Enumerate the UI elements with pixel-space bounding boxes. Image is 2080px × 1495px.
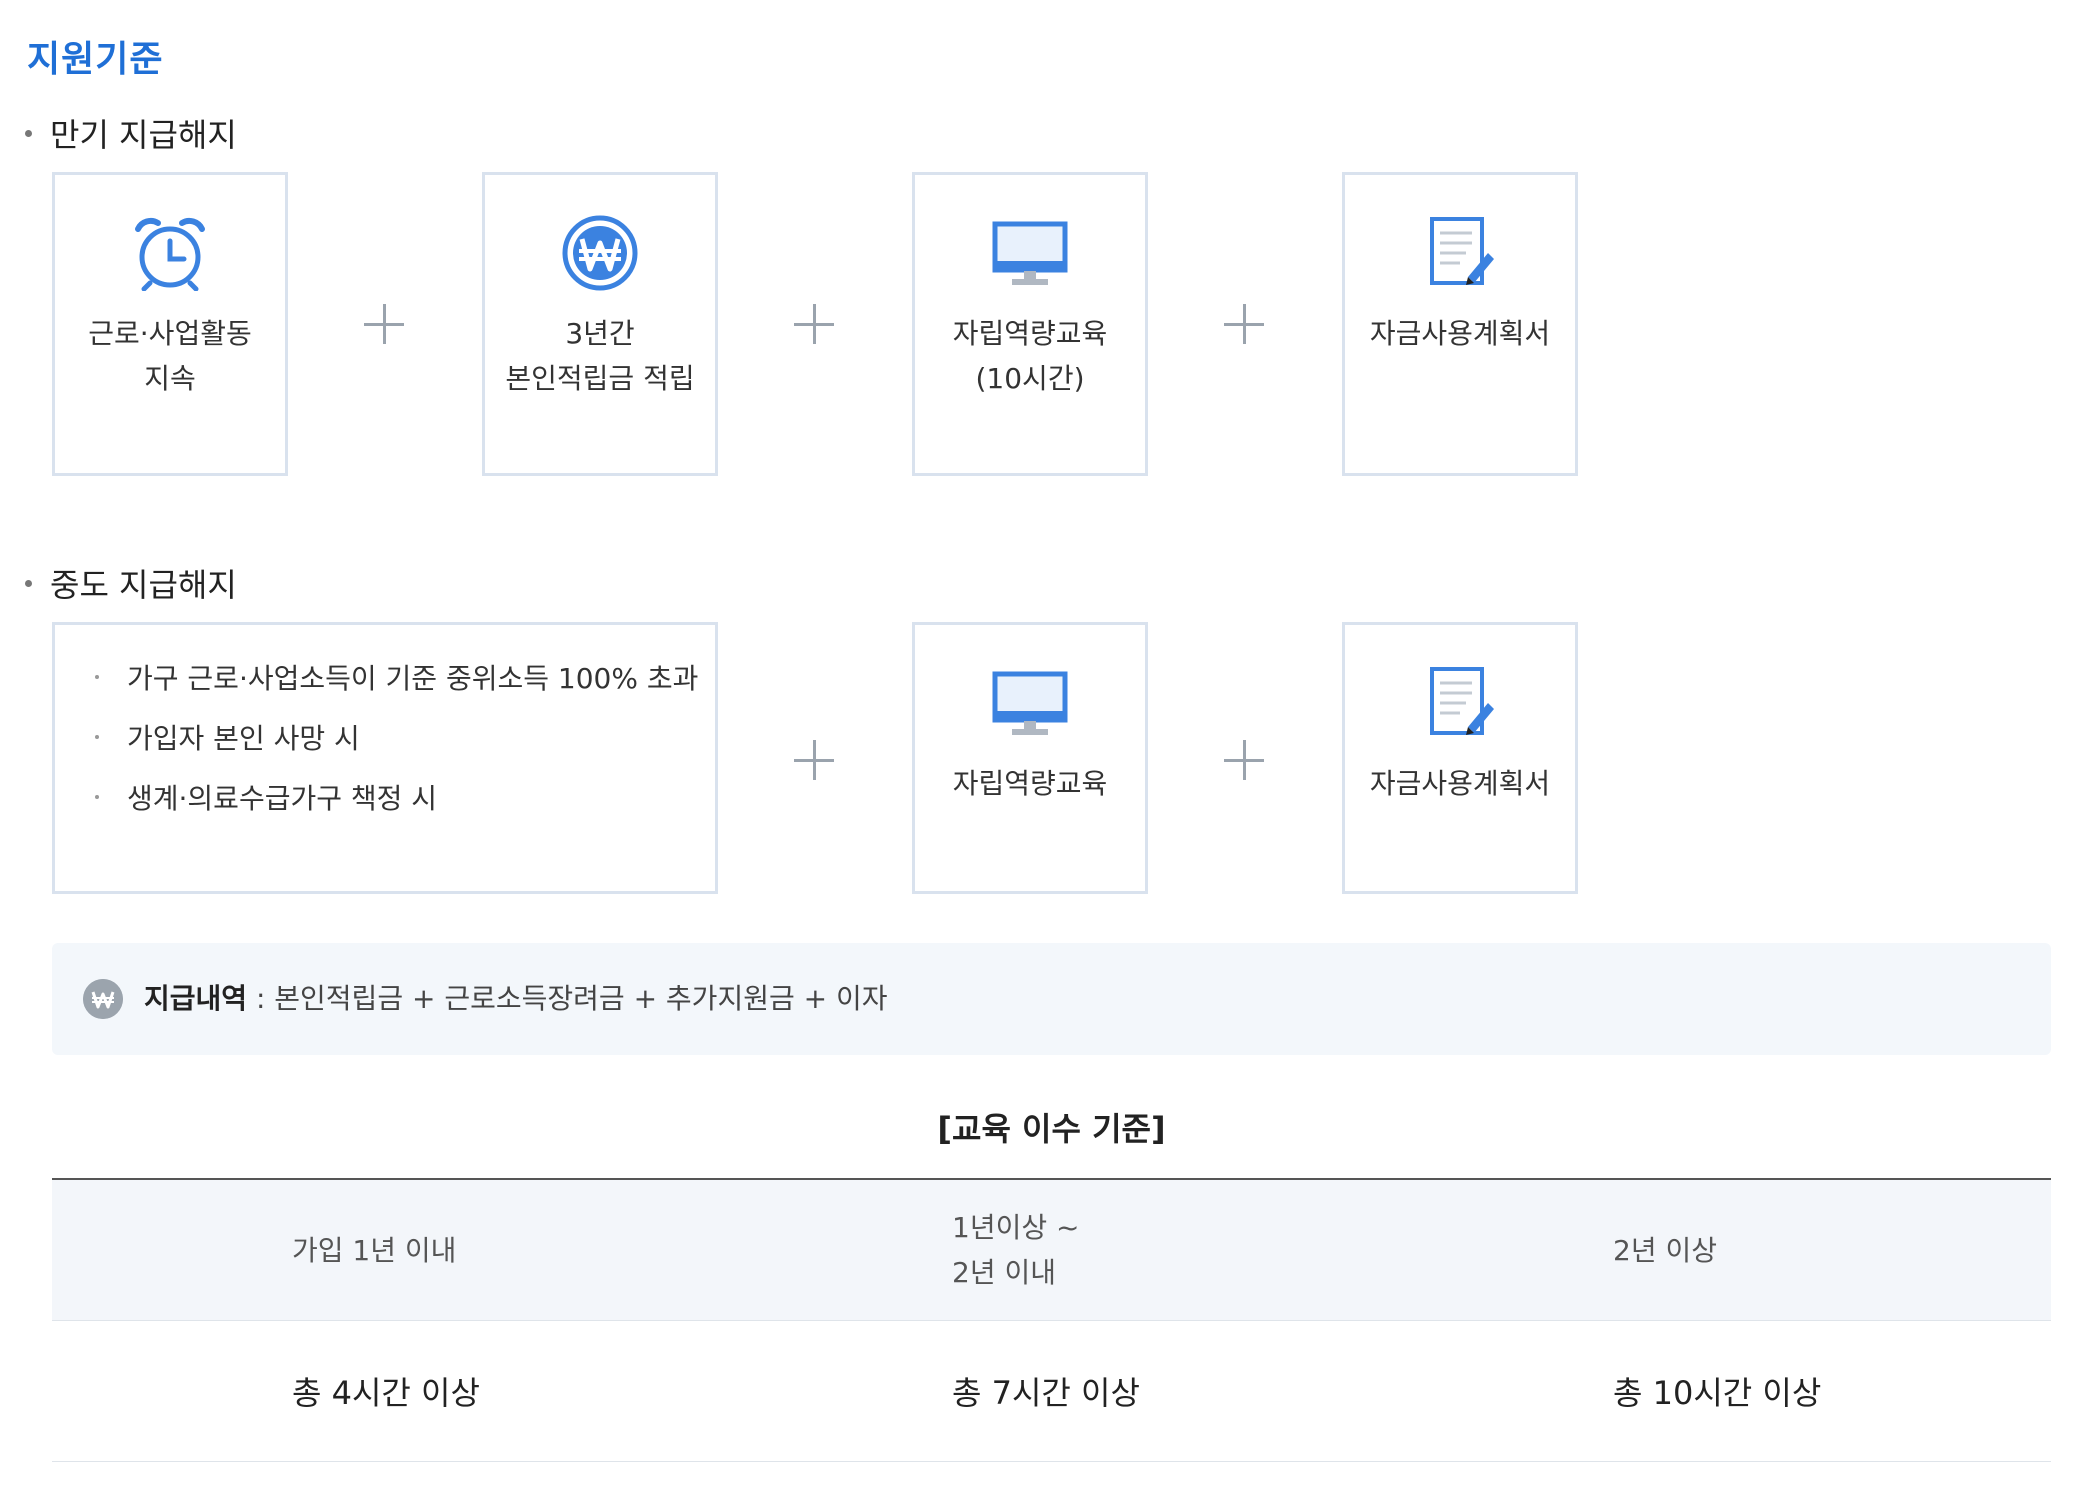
plus-icon <box>1224 740 1264 780</box>
value-cell: 총 10시간 이상 <box>1613 1374 1822 1412</box>
plus-icon <box>794 740 834 780</box>
monitor-icon <box>992 221 1068 285</box>
midterm-heading: 중도 지급해지 <box>25 560 237 606</box>
bullet-dot <box>25 129 32 137</box>
list-item: 가입자 본인 사망 시 <box>95 709 698 769</box>
education-title: [교육 이수 기준] <box>937 1110 1166 1148</box>
document-pencil-icon <box>1430 667 1494 735</box>
document-pencil-icon <box>1430 217 1494 285</box>
table-row: 총 4시간 이상 총 7시간 이상 총 10시간 이상 <box>52 1321 2051 1462</box>
card-label: 자금사용계획서 <box>1369 317 1551 350</box>
payment-panel: 지급내역 : 본인적립금 + 근로소득장려금 + 추가지원금 + 이자 <box>52 943 2051 1055</box>
midterm-card-plan: 자금사용계획서 <box>1342 622 1578 894</box>
monitor-icon <box>992 671 1068 735</box>
list-item: 생계·의료수급가구 책정 시 <box>95 769 698 829</box>
header-cell: 1년이상 ~2년 이내 <box>952 1211 1080 1289</box>
section-title: 지원기준 <box>27 39 164 80</box>
maturity-heading-text: 만기 지급해지 <box>50 116 237 154</box>
value-cell: 총 7시간 이상 <box>952 1374 1140 1412</box>
maturity-card-work: 근로·사업활동 지속 <box>52 172 288 476</box>
midterm-conditions-card: 가구 근로·사업소득이 기준 중위소득 100% 초과 가입자 본인 사망 시 … <box>52 622 718 894</box>
card-label: 자립역량교육 <box>952 767 1108 800</box>
card-label: 3년간 본인적립금 적립 <box>505 317 695 395</box>
maturity-card-education: 자립역량교육 (10시간) <box>912 172 1148 476</box>
value-cell: 총 4시간 이상 <box>292 1374 480 1412</box>
condition-list: 가구 근로·사업소득이 기준 중위소득 100% 초과 가입자 본인 사망 시 … <box>95 649 698 829</box>
header-cell: 가입 1년 이내 <box>292 1233 457 1267</box>
won-coin-icon <box>83 979 123 1019</box>
midterm-card-education: 자립역량교육 <box>912 622 1148 894</box>
bullet-dot <box>25 579 32 587</box>
payment-value: 본인적립금 + 근로소득장려금 + 추가지원금 + 이자 <box>274 982 888 1015</box>
card-label: 자립역량교육 (10시간) <box>952 317 1108 395</box>
midterm-heading-text: 중도 지급해지 <box>50 566 237 604</box>
payment-label: 지급내역 <box>144 982 248 1015</box>
plus-icon <box>1224 304 1264 344</box>
plus-icon <box>794 304 834 344</box>
card-label: 자금사용계획서 <box>1369 767 1551 800</box>
won-coin-icon <box>562 215 638 291</box>
education-table: 가입 1년 이내 1년이상 ~2년 이내 2년 이상 총 4시간 이상 총 7시… <box>52 1178 2051 1462</box>
card-label: 근로·사업활동 지속 <box>88 317 252 395</box>
maturity-card-plan: 자금사용계획서 <box>1342 172 1578 476</box>
maturity-card-saving: 3년간 본인적립금 적립 <box>482 172 718 476</box>
table-header-row: 가입 1년 이내 1년이상 ~2년 이내 2년 이상 <box>52 1180 2051 1321</box>
alarm-clock-icon <box>135 217 205 291</box>
payment-text: 지급내역 : 본인적립금 + 근로소득장려금 + 추가지원금 + 이자 <box>144 982 888 1015</box>
plus-icon <box>364 304 404 344</box>
list-item: 가구 근로·사업소득이 기준 중위소득 100% 초과 <box>95 649 698 709</box>
maturity-heading: 만기 지급해지 <box>25 110 237 156</box>
header-cell: 2년 이상 <box>1613 1233 1717 1267</box>
